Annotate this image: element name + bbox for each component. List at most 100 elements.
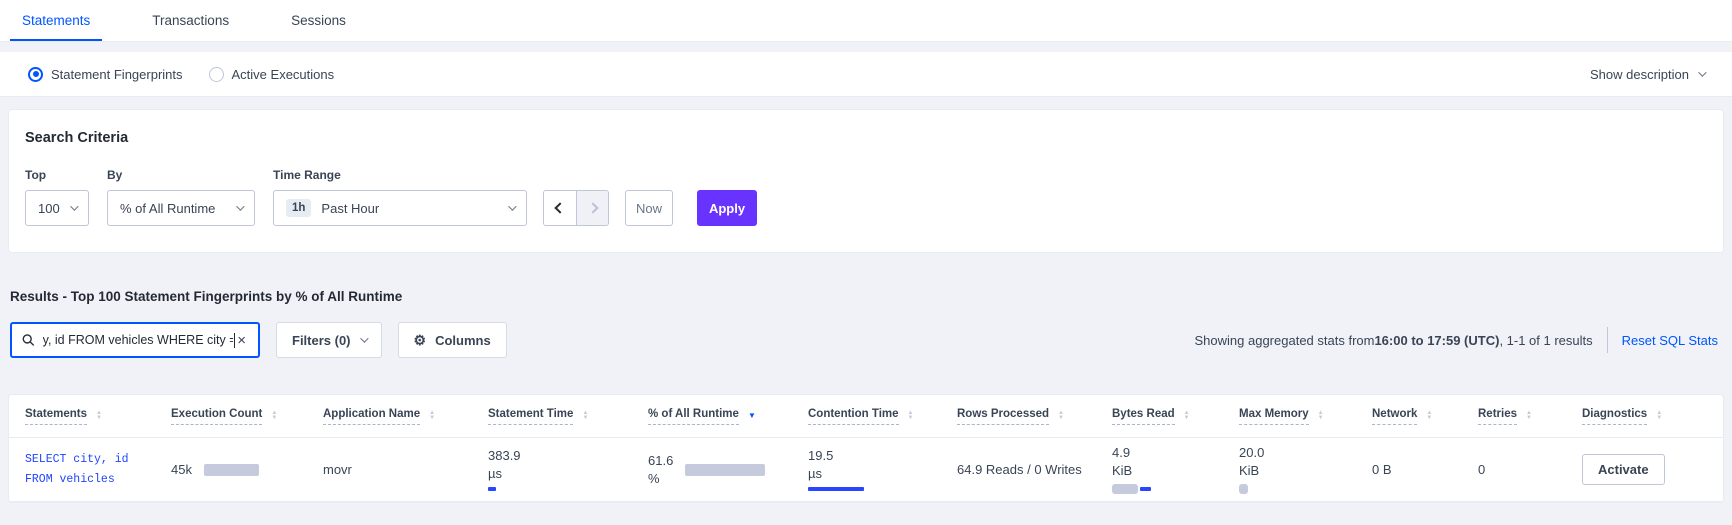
- radio-active-executions[interactable]: Active Executions: [208, 66, 335, 82]
- search-criteria-card: Search Criteria Top 100 By % of All Runt…: [8, 109, 1724, 253]
- column-header-statements[interactable]: Statements ▲ ▼: [25, 408, 171, 425]
- now-button[interactable]: Now: [625, 190, 673, 226]
- time-range-select[interactable]: 1h Past Hour: [273, 190, 527, 226]
- next-time-window-button[interactable]: [576, 191, 608, 225]
- radio-active-executions-label: Active Executions: [231, 66, 335, 82]
- show-description-toggle[interactable]: Show description: [1590, 66, 1707, 82]
- execution-count-bar: [203, 463, 259, 476]
- columns-button[interactable]: ⚙ Columns: [397, 322, 507, 358]
- apply-button[interactable]: Apply: [697, 190, 757, 226]
- statement-time-cell: 383.9 µs: [488, 448, 648, 491]
- chevron-right-icon: [586, 202, 599, 214]
- search-input-value: y, id FROM vehicles WHERE city = $1: [42, 333, 234, 347]
- sort-icon[interactable]: ▲ ▼: [1526, 410, 1532, 421]
- top-select[interactable]: 100: [25, 190, 89, 226]
- column-header-rows-processed[interactable]: Rows Processed ▲ ▼: [957, 408, 1112, 425]
- search-input[interactable]: y, id FROM vehicles WHERE city = $1 ×: [10, 322, 260, 358]
- top-label: Top: [25, 168, 47, 182]
- max-memory-bar: [1239, 484, 1248, 494]
- results-heading: Results - Top 100 Statement Fingerprints…: [10, 289, 403, 304]
- previous-time-window-button[interactable]: [544, 191, 576, 225]
- time-range-field: Time Range 1h Past Hour: [255, 168, 527, 226]
- sort-icon[interactable]: ▲ ▼: [1656, 410, 1662, 421]
- sort-icon[interactable]: ▲ ▼: [1184, 410, 1190, 421]
- by-select-value: % of All Runtime: [120, 200, 216, 216]
- sort-icon[interactable]: ▲ ▼: [582, 410, 588, 421]
- pct-of-all-runtime-bar: [685, 463, 766, 476]
- aggregated-stats-summary: Showing aggregated stats from 16:00 to 1…: [1195, 327, 1722, 353]
- column-header-network[interactable]: Network ▲ ▼: [1372, 408, 1478, 425]
- view-toggle-group: Statement Fingerprints Active Executions: [28, 66, 335, 82]
- network-cell: 0 B: [1372, 461, 1392, 477]
- search-criteria-title: Search Criteria: [25, 130, 129, 146]
- column-header-statement-time[interactable]: Statement Time ▲ ▼: [488, 408, 648, 425]
- sort-icon[interactable]: ▲ ▼: [96, 410, 102, 421]
- time-range-label: Time Range: [273, 168, 341, 182]
- filters-button-label: Filters (0): [292, 332, 351, 348]
- time-window-nav: [543, 190, 609, 226]
- sort-icon[interactable]: ▲ ▼: [908, 410, 914, 421]
- chevron-down-icon: [508, 202, 517, 211]
- top-field: Top 100: [25, 168, 89, 226]
- sort-icon[interactable]: ▲ ▼: [429, 410, 435, 421]
- columns-button-label: Columns: [435, 332, 491, 348]
- by-field: By % of All Runtime: [89, 168, 255, 226]
- chevron-down-icon: [1698, 68, 1707, 77]
- column-header-contention-time[interactable]: Contention Time ▲ ▼: [808, 408, 957, 425]
- sql-activity-tabbar: Statements Transactions Sessions: [0, 0, 1732, 42]
- stats-text-suffix: , 1-1 of 1 results: [1499, 332, 1593, 348]
- stats-time-range: 16:00 to 17:59 (UTC): [1374, 332, 1500, 348]
- gear-icon: ⚙: [413, 332, 427, 348]
- chevron-left-icon: [554, 202, 566, 214]
- column-header-bytes-read[interactable]: Bytes Read ▲ ▼: [1112, 408, 1239, 425]
- bytes-read-bar: [1112, 484, 1138, 494]
- rows-processed-cell: 64.9 Reads / 0 Writes: [957, 461, 1082, 477]
- bytes-read-cell: 4.9 KiB: [1112, 445, 1239, 494]
- column-header-pct-of-all-runtime[interactable]: % of All Runtime ▼: [648, 408, 808, 425]
- pct-of-all-runtime-cell: 61.6 %: [648, 453, 808, 486]
- chevron-down-icon: [359, 334, 369, 343]
- column-header-retries[interactable]: Retries ▲ ▼: [1478, 408, 1582, 425]
- radio-unselected-icon[interactable]: [208, 66, 224, 82]
- contention-time-bar: [808, 487, 864, 491]
- max-memory-cell: 20.0 KiB: [1239, 445, 1372, 494]
- column-header-diagnostics[interactable]: Diagnostics ▲ ▼: [1582, 408, 1707, 425]
- radio-statement-fingerprints[interactable]: Statement Fingerprints: [28, 66, 183, 82]
- reset-sql-stats-link[interactable]: Reset SQL Stats: [1622, 333, 1718, 348]
- contention-time-cell: 19.5 µs: [808, 448, 957, 491]
- sort-desc-active-icon[interactable]: ▼: [748, 412, 756, 420]
- show-description-label: Show description: [1590, 66, 1689, 82]
- tab-sessions[interactable]: Sessions: [279, 0, 358, 41]
- chevron-down-icon: [236, 202, 245, 211]
- sort-icon[interactable]: ▲ ▼: [1426, 410, 1432, 421]
- column-header-max-memory[interactable]: Max Memory ▲ ▼: [1239, 408, 1372, 425]
- divider: [1606, 327, 1608, 353]
- view-toggle-bar: Statement Fingerprints Active Executions…: [0, 52, 1732, 97]
- sort-icon[interactable]: ▲ ▼: [1058, 410, 1064, 421]
- execution-count-cell: 45k: [171, 462, 323, 477]
- statement-fingerprint-link[interactable]: SELECT city, id FROM vehicles: [25, 450, 150, 489]
- tab-transactions[interactable]: Transactions: [140, 0, 241, 41]
- sort-icon[interactable]: ▲ ▼: [271, 410, 277, 421]
- statement-time-bar: [488, 487, 496, 491]
- statements-table: Statements ▲ ▼ Execution Count ▲ ▼ Applica…: [8, 394, 1724, 503]
- bytes-read-bar-blue: [1140, 487, 1151, 491]
- filters-button[interactable]: Filters (0): [276, 322, 382, 358]
- column-header-application-name[interactable]: Application Name ▲ ▼: [323, 408, 488, 425]
- by-select[interactable]: % of All Runtime: [107, 190, 255, 226]
- search-icon: [22, 334, 35, 346]
- chevron-down-icon: [70, 202, 79, 211]
- time-range-badge: 1h: [286, 199, 312, 217]
- stats-text-prefix: Showing aggregated stats from: [1194, 332, 1375, 348]
- filter-row: y, id FROM vehicles WHERE city = $1 × Fi…: [10, 322, 1722, 358]
- tab-statements[interactable]: Statements: [10, 0, 103, 41]
- table-row: SELECT city, id FROM vehicles 45k movr 3…: [9, 437, 1723, 502]
- sort-icon[interactable]: ▲ ▼: [1318, 410, 1324, 421]
- radio-selected-icon[interactable]: [28, 66, 43, 82]
- activate-diagnostics-button[interactable]: Activate: [1582, 454, 1665, 485]
- clear-search-icon[interactable]: ×: [235, 332, 248, 349]
- time-range-value: Past Hour: [321, 200, 380, 216]
- retries-cell: 0: [1478, 461, 1486, 477]
- by-label: By: [107, 168, 123, 182]
- column-header-execution-count[interactable]: Execution Count ▲ ▼: [171, 408, 323, 425]
